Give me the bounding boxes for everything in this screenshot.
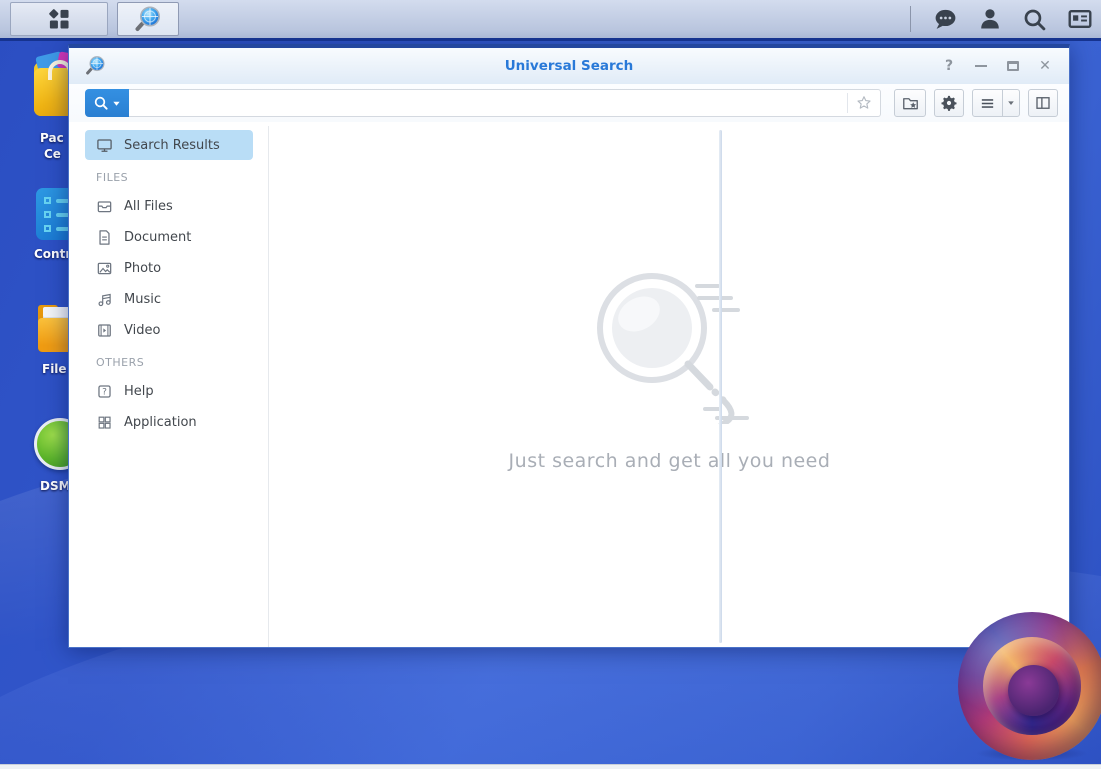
window-body: Search Results FILES All Files Document …: [69, 126, 1069, 647]
widgets-icon[interactable]: [1067, 6, 1093, 32]
svg-text:?: ?: [102, 387, 107, 397]
main-menu-grid-icon: [49, 9, 69, 29]
taskbar-right: [910, 0, 1093, 38]
universal-search-window: Universal Search ? ✕ Search Results FILE…: [68, 44, 1070, 648]
results-pane: Just search and get all you need: [270, 126, 1069, 647]
taskbar-divider: [910, 6, 911, 32]
help-button[interactable]: ?: [933, 48, 965, 84]
favorite-star-button[interactable]: [848, 94, 880, 112]
window-title: Universal Search: [504, 58, 634, 74]
application-icon: [98, 416, 111, 429]
sidebar-item-music[interactable]: Music: [85, 284, 253, 314]
sidebar-item-search-results[interactable]: Search Results: [85, 130, 253, 160]
search-input[interactable]: [129, 90, 847, 116]
sidebar-section-header-files: FILES: [96, 171, 129, 184]
video-icon: [98, 323, 111, 337]
monitor-icon: [97, 138, 112, 152]
desktop-icon-label[interactable]: Ce: [44, 147, 61, 161]
sidebar: Search Results FILES All Files Document …: [69, 126, 269, 647]
sidebar-item-video[interactable]: Video: [85, 315, 253, 345]
search-magnifier-icon: [94, 96, 108, 110]
search-scope-button[interactable]: [85, 89, 129, 117]
desktop-icon-label[interactable]: Contr: [34, 247, 71, 261]
help-icon: ?: [98, 384, 111, 397]
dual-pane-icon: [1036, 97, 1050, 109]
minimize-button[interactable]: [965, 48, 997, 84]
sidebar-item-label: Photo: [124, 260, 162, 276]
empty-state-message: Just search and get all you need: [508, 450, 831, 472]
search-field: [129, 89, 881, 117]
window-controls: ? ✕: [933, 48, 1061, 84]
list-view-button[interactable]: [973, 90, 1004, 116]
screen-bottom-edge: [0, 764, 1101, 769]
photo-icon: [97, 262, 112, 274]
window-toolbar: [69, 84, 1069, 122]
universal-search-icon: [135, 6, 160, 31]
music-icon: [98, 293, 111, 306]
sidebar-item-label: Search Results: [124, 137, 220, 153]
view-mode-caret-button[interactable]: [1003, 90, 1019, 116]
empty-state: Just search and get all you need: [270, 266, 1069, 472]
sidebar-item-document[interactable]: Document: [85, 222, 253, 252]
sidebar-item-label: Help: [124, 383, 154, 399]
universal-search-taskbar-button[interactable]: [117, 2, 179, 36]
taskbar: [0, 0, 1101, 41]
list-view-icon: [982, 98, 994, 108]
dropdown-caret-icon: [113, 101, 120, 106]
sidebar-item-all-files[interactable]: All Files: [85, 191, 253, 221]
swirl-logo: [958, 612, 1101, 760]
settings-button[interactable]: [934, 89, 964, 117]
main-menu-button[interactable]: [10, 2, 108, 36]
desktop: Pac Ce Contr File DSM Universal Search ?…: [0, 0, 1101, 769]
sidebar-item-label: Document: [124, 229, 192, 245]
sidebar-item-label: Video: [124, 322, 161, 338]
saved-searches-folder-icon: [902, 97, 918, 109]
close-button[interactable]: ✕: [1029, 48, 1061, 84]
view-caret-icon: [1008, 101, 1014, 105]
sidebar-item-label: Application: [124, 414, 197, 430]
dual-pane-button[interactable]: [1028, 89, 1058, 117]
settings-gear-icon: [941, 95, 957, 111]
sidebar-item-application[interactable]: Application: [85, 407, 253, 437]
maximize-button[interactable]: [997, 48, 1029, 84]
desktop-icon-label[interactable]: Pac: [40, 131, 64, 145]
document-icon: [99, 229, 110, 245]
chat-icon[interactable]: [933, 7, 958, 32]
sidebar-item-label: Music: [124, 291, 161, 307]
view-mode-button-group: [972, 89, 1020, 117]
search-icon[interactable]: [1022, 7, 1047, 32]
sidebar-item-label: All Files: [124, 198, 173, 214]
all-files-icon: [97, 200, 112, 212]
sidebar-section-header-others: OTHERS: [96, 356, 145, 369]
magnifier-illustration: [597, 273, 749, 430]
desktop-icon-label[interactable]: File: [42, 362, 67, 376]
pane-scrollbar-track[interactable]: [719, 130, 722, 643]
saved-searches-button[interactable]: [894, 89, 926, 117]
user-icon[interactable]: [978, 7, 1002, 31]
sidebar-item-help[interactable]: ? Help: [85, 376, 253, 406]
window-titlebar[interactable]: Universal Search ? ✕: [69, 48, 1069, 84]
sidebar-item-photo[interactable]: Photo: [85, 253, 253, 283]
desktop-icon-label[interactable]: DSM: [40, 479, 71, 493]
favorite-star-icon: [857, 96, 871, 109]
